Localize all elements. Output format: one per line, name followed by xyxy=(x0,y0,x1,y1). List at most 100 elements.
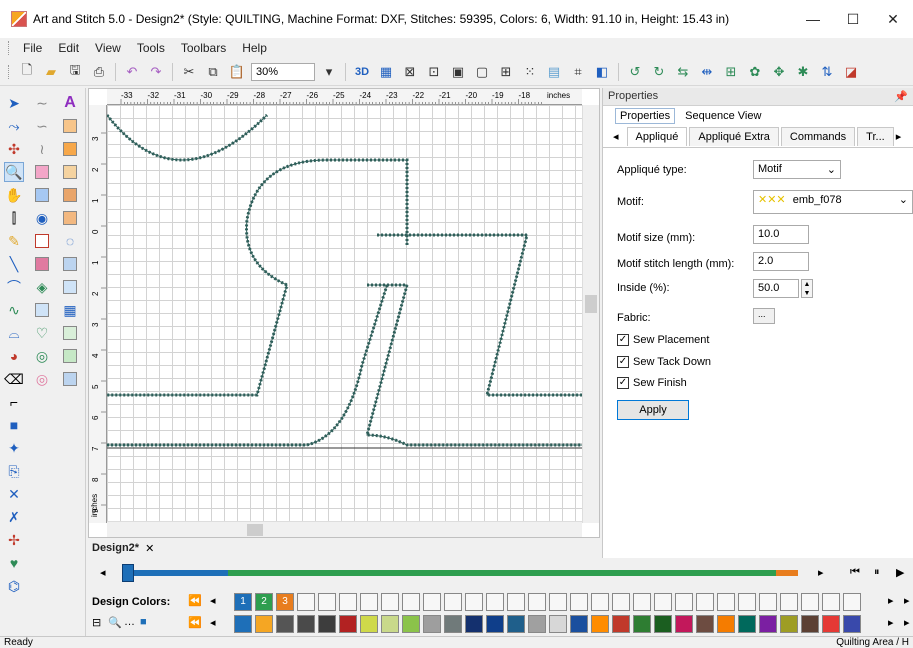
heart-shape-icon[interactable]: ♡ xyxy=(32,323,52,343)
empty-color-slot[interactable] xyxy=(843,593,861,611)
empty-color-slot[interactable] xyxy=(549,593,567,611)
menu-file[interactable]: File xyxy=(15,41,50,55)
new-file-icon[interactable]: 🗋 xyxy=(17,62,37,82)
empty-color-slot[interactable] xyxy=(360,593,378,611)
sew-finish-check[interactable]: ✓ Sew Finish xyxy=(617,377,687,389)
select-arrow-icon[interactable]: ➤ xyxy=(4,93,24,113)
tab-sequence-view[interactable]: Sequence View xyxy=(685,110,761,122)
empty-color-slot[interactable] xyxy=(591,593,609,611)
red-rect-icon[interactable] xyxy=(32,231,52,251)
palette-swatch[interactable] xyxy=(318,615,336,633)
fit-view-icon[interactable]: ▣ xyxy=(448,62,468,82)
measure-icon[interactable]: ⫿ xyxy=(4,208,24,228)
dots-view-icon[interactable]: ⁙ xyxy=(520,62,540,82)
tab-applique[interactable]: Appliqué xyxy=(626,127,688,146)
color-square-icon[interactable]: ■ xyxy=(4,415,24,435)
palette-swatch[interactable] xyxy=(381,615,399,633)
checkbox-checked-icon[interactable]: ✓ xyxy=(617,377,629,389)
grid-view-icon[interactable]: ▦ xyxy=(376,62,396,82)
fill-pattern-2-icon[interactable] xyxy=(60,139,80,159)
sew-tack-down-check[interactable]: ✓ Sew Tack Down xyxy=(617,356,711,368)
stitch-edit-icon[interactable]: ✢ xyxy=(4,530,24,550)
stitch-view-icon[interactable]: ⊞ xyxy=(496,62,516,82)
sew-placement-check[interactable]: ✓ Sew Placement xyxy=(617,334,709,346)
tab-properties[interactable]: Properties xyxy=(615,108,676,124)
empty-color-slot[interactable] xyxy=(780,593,798,611)
hoop-view-icon[interactable]: ⊠ xyxy=(400,62,420,82)
heart-icon[interactable]: ♥ xyxy=(4,553,24,573)
align-icon[interactable]: ⇹ xyxy=(697,62,717,82)
save-icon[interactable]: 🖫 xyxy=(65,62,85,82)
transform-icon[interactable]: ✣ xyxy=(4,139,24,159)
grid-area[interactable] xyxy=(107,105,582,523)
pencil-icon[interactable]: ✎ xyxy=(4,231,24,251)
pattern-fill-icon[interactable] xyxy=(32,185,52,205)
timeline-right-arrow-icon[interactable]: ▸ xyxy=(818,566,824,579)
empty-color-slot[interactable] xyxy=(402,593,420,611)
vertical-scrollbar[interactable] xyxy=(582,105,599,523)
pan-hand-icon[interactable]: ✋ xyxy=(4,185,24,205)
empty-color-slot[interactable] xyxy=(318,593,336,611)
tab-scroll-left-icon[interactable]: ◂ xyxy=(613,130,619,143)
palette-swatch[interactable] xyxy=(297,615,315,633)
3d-view-icon[interactable]: 3D xyxy=(352,62,372,82)
palette-swatch[interactable] xyxy=(654,615,672,633)
empty-color-slot[interactable] xyxy=(528,593,546,611)
design-color-slot[interactable]: 3 xyxy=(276,593,294,611)
applique-icon[interactable]: ◈ xyxy=(32,277,52,297)
empty-color-slot[interactable] xyxy=(759,593,777,611)
palette-swatch[interactable] xyxy=(801,615,819,633)
empty-color-slot[interactable] xyxy=(423,593,441,611)
current-color-icon[interactable]: ■ xyxy=(140,616,147,628)
palette-swatch[interactable] xyxy=(759,615,777,633)
tab-scroll-right-icon[interactable]: ▸ xyxy=(896,130,902,143)
step-back-icon[interactable]: ⏮ xyxy=(850,566,860,579)
center-icon[interactable]: ✥ xyxy=(769,62,789,82)
palette-swatch[interactable] xyxy=(696,615,714,633)
star-tool-icon[interactable]: ✦ xyxy=(4,438,24,458)
palette-swatch[interactable] xyxy=(738,615,756,633)
empty-color-slot[interactable] xyxy=(507,593,525,611)
motif-select[interactable]: ✕✕✕ emb_f078 ⌄ xyxy=(753,190,913,214)
line-icon[interactable]: ╲ xyxy=(4,254,24,274)
fill-pattern-4-icon[interactable] xyxy=(60,185,80,205)
print-icon[interactable]: ⎙ xyxy=(89,62,109,82)
text-tool-icon[interactable]: A xyxy=(60,93,80,113)
design-color-slot[interactable]: 2 xyxy=(255,593,273,611)
empty-color-slot[interactable] xyxy=(570,593,588,611)
star-icon[interactable]: ✱ xyxy=(793,62,813,82)
menu-edit[interactable]: Edit xyxy=(50,41,87,55)
palette-swatch[interactable] xyxy=(423,615,441,633)
tab-commands[interactable]: Commands xyxy=(780,127,856,146)
pause-icon[interactable]: ⏸ xyxy=(874,566,880,579)
empty-color-slot[interactable] xyxy=(717,593,735,611)
menu-help[interactable]: Help xyxy=(234,41,275,55)
empty-color-slot[interactable] xyxy=(822,593,840,611)
design-canvas[interactable]: inches -33 -32 -31 -30 -29 -28 -27 -26 -25 -24 -23… xyxy=(88,88,600,538)
fill-icon[interactable]: ◕ xyxy=(4,346,24,366)
radial-fill-icon[interactable]: ◉ xyxy=(32,208,52,228)
palette-swatch[interactable] xyxy=(465,615,483,633)
palette-last-icon[interactable]: ▸ xyxy=(904,616,910,629)
empty-color-slot[interactable] xyxy=(696,593,714,611)
palette-swatch[interactable] xyxy=(255,615,273,633)
tab-transform[interactable]: Tr... xyxy=(857,127,894,146)
colors-first-icon[interactable]: ⏪ xyxy=(188,594,202,607)
pin-icon[interactable]: 📌 xyxy=(894,90,908,103)
fill-pattern-11-icon[interactable] xyxy=(60,346,80,366)
fill-pattern-5-icon[interactable] xyxy=(60,208,80,228)
rotate-left-icon[interactable]: ↺ xyxy=(625,62,645,82)
tab-applique-extra[interactable]: Appliqué Extra xyxy=(689,127,779,146)
pink-rect-icon[interactable] xyxy=(32,162,52,182)
horizontal-scrollbar[interactable] xyxy=(107,521,582,537)
redo-icon[interactable]: ↷ xyxy=(146,62,166,82)
zoom-combo[interactable]: 30% xyxy=(251,62,315,81)
play-icon[interactable]: ▶ xyxy=(896,566,904,579)
bezier-icon[interactable]: ∿ xyxy=(4,300,24,320)
zoom-dropdown-icon[interactable]: ▾ xyxy=(319,62,339,82)
import-icon[interactable]: ⎘ xyxy=(4,461,24,481)
mirror-icon[interactable]: ⇆ xyxy=(673,62,693,82)
palette-prev-icon[interactable]: ◂ xyxy=(210,616,216,629)
curve-tool-3-icon[interactable]: ≀ xyxy=(32,139,52,159)
maximize-button[interactable]: ☐ xyxy=(833,11,873,28)
